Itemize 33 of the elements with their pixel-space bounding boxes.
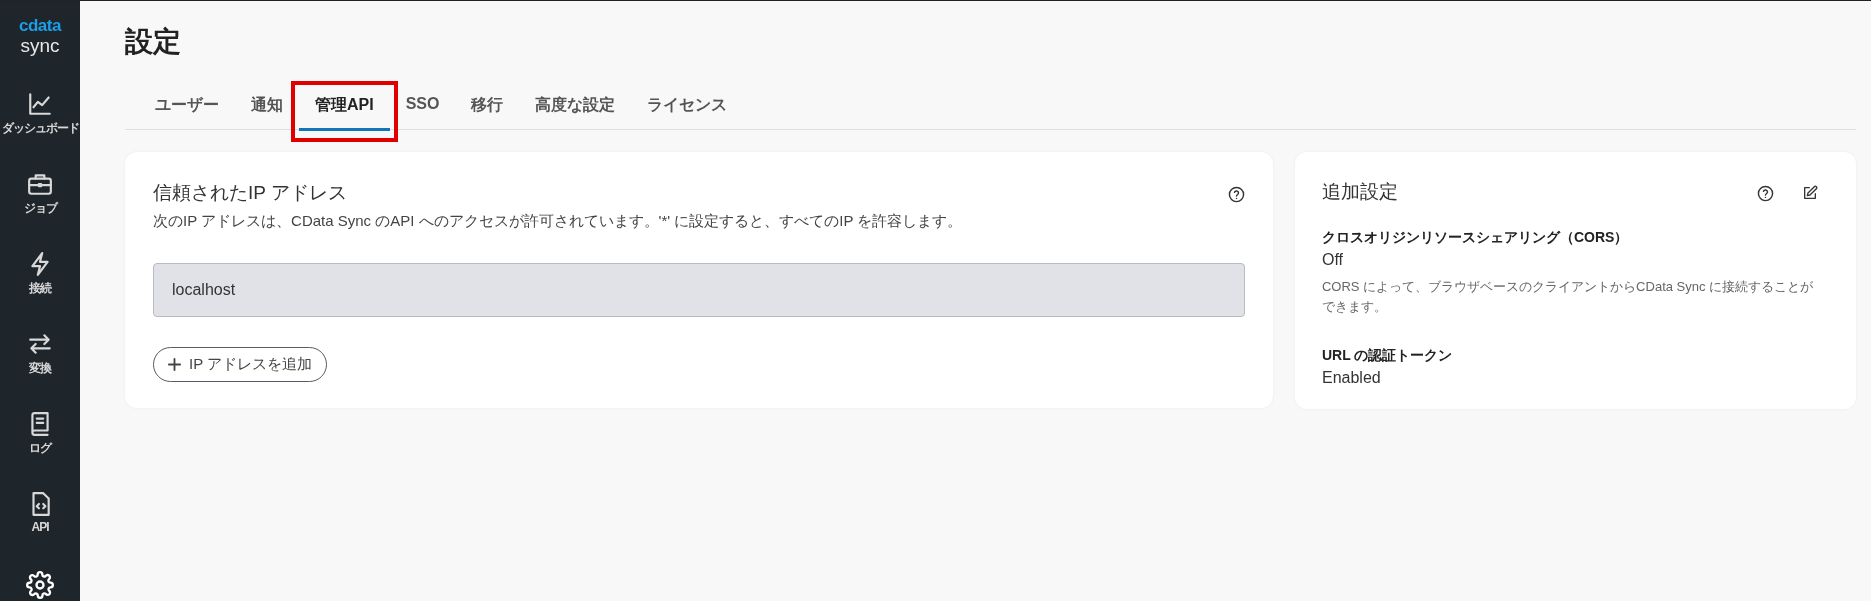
setting-label: URL の認証トークン	[1321, 347, 1454, 365]
card-title: 信頼されたIP アドレス	[153, 181, 347, 205]
card-title: 追加設定	[1321, 180, 1398, 204]
settings-icon	[26, 571, 54, 599]
product-name: sync	[20, 35, 60, 57]
plus-icon	[168, 358, 181, 371]
tab[interactable]: ライセンス	[631, 95, 744, 131]
setting-label: クロスオリジンリソースシェアリング（CORS）	[1321, 229, 1630, 247]
briefcase-icon	[27, 171, 53, 197]
sidebar-item[interactable]: 変換	[0, 331, 80, 411]
swap-arrows-icon	[27, 331, 53, 357]
tab[interactable]: 高度な設定	[519, 95, 632, 131]
tab[interactable]: SSO	[389, 95, 456, 128]
setting-value: Off	[1321, 251, 1344, 269]
page-title: 設定	[125, 25, 182, 59]
help-icon[interactable]	[1227, 186, 1245, 203]
description: 次のIP アドレスは、CData Sync のAPI へのアクセスが許可されています。'*' に設定すると、すべてのIP を許容します。	[153, 212, 964, 231]
brand-logo: cdata	[19, 17, 61, 35]
sidebar-item[interactable]: ダッシュボード	[0, 91, 80, 171]
add-ip-button[interactable]: IP アドレスを追加	[153, 347, 328, 382]
setting-value: Enabled	[1321, 369, 1382, 387]
chart-icon	[27, 91, 53, 117]
edit-icon[interactable]	[1802, 185, 1818, 202]
sidebar-item[interactable]: 接続	[0, 251, 80, 331]
tab[interactable]: ユーザー	[139, 95, 235, 131]
sidebar-item[interactable]: ジョブ	[0, 171, 80, 251]
help-icon[interactable]	[1757, 185, 1774, 202]
tab[interactable]: 管理API	[299, 95, 390, 131]
setting-description: CORS によって、ブラウザベースのクライアントからCData Sync に接続することができます。	[1321, 278, 1815, 316]
tab[interactable]: 通知	[235, 95, 299, 131]
sidebar-item[interactable]: API	[0, 491, 80, 571]
tab[interactable]: 移行	[455, 95, 520, 131]
sidebar-item[interactable]: ログ	[0, 411, 80, 491]
